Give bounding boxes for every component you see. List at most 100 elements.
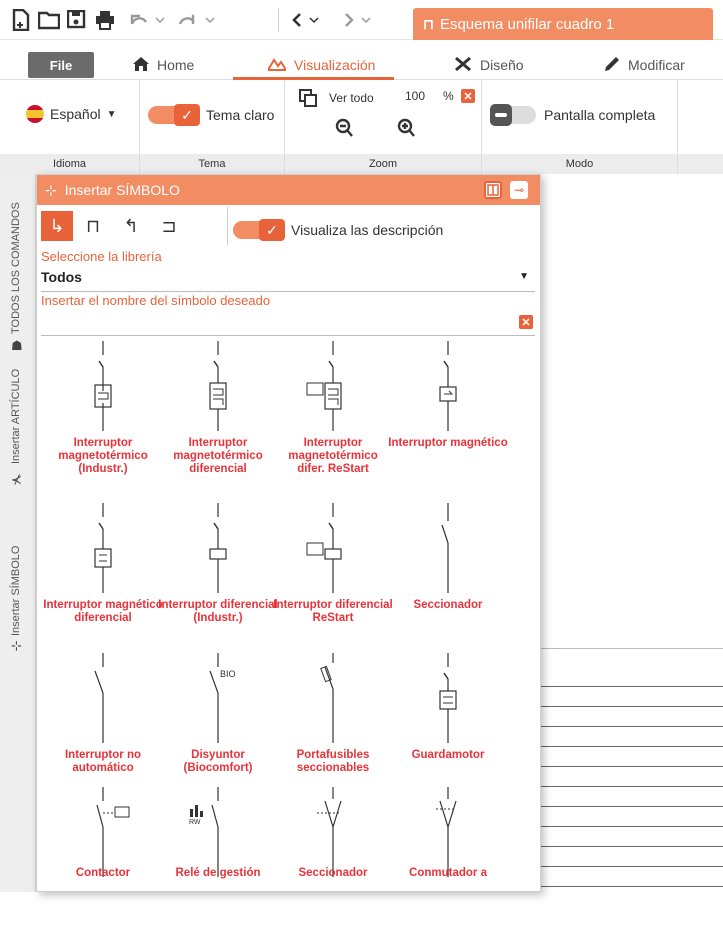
file-button[interactable]: File (28, 52, 94, 78)
symbol-label: Interruptor magnetotérmico difer. ReStar… (288, 437, 378, 475)
zoom-unit: % (443, 89, 454, 103)
symbol-label: Contactor (75, 867, 131, 879)
symbol-label: Interruptor magnetotérmico (Industr.) (58, 437, 148, 475)
clear-search-icon[interactable]: ✕ (519, 315, 533, 329)
bio-symbol-text: BIO (220, 669, 236, 679)
panel-title: Insertar SÍMBOLO (64, 182, 180, 198)
design-tools-icon (454, 56, 472, 75)
symbol-item[interactable]: RW Relé de gestión (158, 787, 278, 935)
language-dropdown[interactable]: Español ▼ (26, 105, 117, 123)
side-tab-all-commands[interactable]: TODOS LOS COMANDOS (10, 202, 22, 334)
library-select[interactable]: Todos ▼ (41, 269, 535, 289)
symbol-label: Conmutador a (409, 867, 487, 879)
menu-bar: File Home Visualización Diseño Modificar (0, 50, 723, 80)
symbol-label: Seccionador (298, 867, 368, 879)
symbol-item[interactable]: Interruptor magnético (388, 341, 508, 489)
zoom-value[interactable]: 100 (405, 89, 425, 103)
symbol-label: Interruptor diferencial ReStart (273, 599, 393, 624)
ribbon-group-idioma: Español ▼ Idioma (0, 80, 140, 174)
visualization-icon (266, 57, 288, 74)
symbol-item[interactable]: Seccionador (273, 787, 393, 935)
zoom-reset-close-icon[interactable]: ✕ (461, 89, 475, 103)
symbol-item[interactable]: Interruptor magnetotérmico difer. ReStar… (273, 341, 393, 489)
new-document-icon[interactable] (10, 8, 32, 32)
show-descriptions-label: Visualiza las descripción (291, 222, 444, 238)
check-icon: ✓ (259, 219, 285, 241)
group-label-modo: Modo (482, 154, 677, 174)
symbol-item[interactable]: Portafusibles seccionables (273, 653, 393, 801)
app-logo-icon: ⊓ (423, 15, 434, 32)
library-value: Todos (41, 269, 82, 285)
zoom-out-icon[interactable] (335, 118, 353, 143)
fullscreen-toggle[interactable] (490, 104, 536, 126)
group-label-idioma: Idioma (0, 154, 139, 174)
insert-mode-4-button[interactable]: ⊐ (153, 211, 185, 241)
back-icon[interactable] (288, 8, 328, 32)
save-icon[interactable] (66, 8, 88, 32)
symbol-label: Relé de gestión (175, 867, 261, 879)
quick-access-toolbar: ⊓ Esquema unifilar cuadro 1 (0, 0, 723, 40)
group-label-tema: Tema (140, 154, 284, 174)
symbol-label: Disyuntor (Biocomfort) (183, 749, 253, 774)
side-tab-insert-symbol[interactable]: Insertar SÍMBOLO (10, 546, 22, 636)
insert-symbol-panel: ⊹ Insertar SÍMBOLO ⊸ ↳ ⊓ ↰ ⊐ ✓ Visualiza… (36, 174, 541, 892)
tab-diseno-label: Diseño (480, 57, 524, 73)
fit-all-icon[interactable] (299, 89, 317, 112)
symbol-item[interactable]: Interruptor no automático (43, 653, 163, 801)
symbol-item[interactable]: Seccionador (388, 503, 508, 651)
symbol-label: Guardamotor (411, 749, 485, 761)
tab-visualizacion[interactable]: Visualización (266, 55, 375, 75)
fit-all-label[interactable]: Ver todo (329, 91, 374, 105)
ribbon-group-zoom: Ver todo 100 % ✕ Zoom (285, 80, 482, 174)
pin-icon[interactable]: ⊸ (510, 181, 528, 199)
symbol-search-label: Insertar el nombre del símbolo deseado (41, 293, 271, 308)
symbol-item[interactable]: Interruptor magnético diferencial (43, 503, 163, 651)
insert-symbol-icon: ⊹ (45, 181, 57, 198)
side-tab-insert-article[interactable]: Insertar ARTÍCULO (10, 369, 22, 464)
symbol-item[interactable]: Interruptor diferencial (Industr.) (158, 503, 278, 651)
tab-modificar[interactable]: Modificar (604, 55, 685, 75)
relay-symbol-text: RW (189, 819, 201, 826)
fullscreen-toggle-label: Pantalla completa (544, 107, 656, 123)
panel-header: ⊹ Insertar SÍMBOLO ⊸ (37, 175, 540, 205)
theme-toggle[interactable]: ✓ (148, 104, 200, 126)
symbol-item[interactable]: BIO Disyuntor (Biocomfort) (158, 653, 278, 801)
redo-icon[interactable] (176, 8, 216, 32)
document-tab-title: Esquema unifilar cuadro 1 (439, 15, 615, 33)
ribbon: Español ▼ Idioma ✓ Tema claro Tema Ver t… (0, 80, 723, 174)
drawing-canvas[interactable] (541, 174, 723, 892)
symbol-item[interactable]: Contactor (43, 787, 163, 935)
ribbon-group-tema: ✓ Tema claro Tema (140, 80, 285, 174)
dock-panel-icon[interactable] (484, 181, 502, 199)
symbol-label: Interruptor magnético diferencial (43, 599, 163, 624)
symbol-item[interactable]: Interruptor diferencial ReStart (273, 503, 393, 651)
tab-home[interactable]: Home (133, 55, 194, 75)
print-icon[interactable] (94, 8, 116, 32)
symbol-search-input[interactable] (41, 311, 535, 333)
symbol-item[interactable]: Interruptor magnetotérmico (Industr.) (43, 341, 163, 489)
check-icon: ✓ (174, 104, 200, 126)
forward-icon[interactable] (340, 8, 380, 32)
insert-mode-3-button[interactable]: ↰ (115, 211, 147, 241)
language-value: Español (50, 106, 101, 122)
chevron-down-icon: ▼ (106, 108, 117, 120)
undo-icon[interactable] (126, 8, 166, 32)
insert-symbol-icon: ⊹ (11, 638, 22, 653)
chevron-down-icon: ▼ (519, 271, 529, 282)
open-folder-icon[interactable] (38, 8, 60, 32)
symbol-label: Interruptor no automático (64, 749, 142, 774)
tab-diseno[interactable]: Diseño (454, 55, 524, 75)
symbol-item[interactable]: Guardamotor (388, 653, 508, 801)
zoom-in-icon[interactable] (397, 118, 415, 143)
symbol-item[interactable]: Interruptor magnetotérmico diferencial (158, 341, 278, 489)
insert-mode-2-button[interactable]: ⊓ (77, 211, 109, 241)
group-label-zoom: Zoom (285, 154, 481, 174)
document-tab[interactable]: ⊓ Esquema unifilar cuadro 1 (413, 8, 713, 40)
commands-icon: ☗ (11, 338, 23, 353)
show-descriptions-toggle[interactable]: ✓ (233, 219, 285, 241)
home-icon (133, 56, 149, 74)
insert-mode-1-button[interactable]: ↳ (41, 211, 73, 241)
side-tab-bar: TODOS LOS COMANDOS ☗ Insertar ARTÍCULO ⊀… (0, 174, 36, 892)
symbol-item[interactable]: Conmutador a (388, 787, 508, 935)
symbol-label: Seccionador (413, 599, 483, 611)
